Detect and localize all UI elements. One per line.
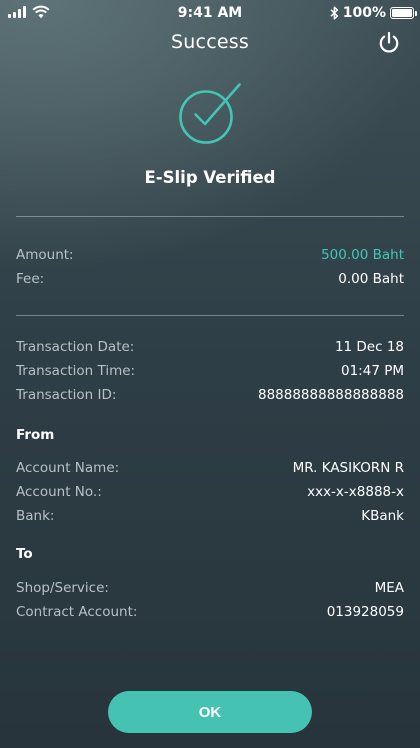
account-no-label: Account No.:: [16, 484, 102, 500]
shop-service-label: Shop/Service:: [16, 580, 109, 596]
status-right: 100%: [330, 5, 417, 21]
contract-account-label: Contract Account:: [16, 604, 138, 620]
from-heading: From: [16, 427, 55, 443]
amount-row: Amount: 500.00 Baht: [16, 246, 404, 264]
divider: [16, 315, 404, 316]
transaction-date-value: 11 Dec 18: [334, 339, 404, 355]
shop-service-value: MEA: [374, 580, 404, 596]
verified-title: E-Slip Verified: [144, 168, 276, 187]
transaction-time-value: 01:47 PM: [341, 363, 404, 379]
fee-label: Fee:: [16, 271, 45, 287]
page-title: Success: [171, 31, 249, 53]
divider: [16, 216, 404, 217]
transaction-time-row: Transaction Time: 01:47 PM: [16, 362, 404, 380]
success-screen: 9:41 AM 100% Success E-Slip Verified Amo…: [0, 0, 420, 748]
to-heading: To: [16, 546, 33, 562]
transaction-id-label: Transaction ID:: [16, 387, 117, 403]
account-no-value: xxx-x-x8888-x: [307, 484, 404, 500]
account-no-row: Account No.: xxx-x-x8888-x: [16, 483, 404, 501]
transaction-id-row: Transaction ID: 88888888888888888: [16, 386, 404, 404]
account-name-label: Account Name:: [16, 460, 120, 476]
contract-account-value: 013928059: [326, 604, 404, 620]
amount-label: Amount:: [16, 247, 74, 263]
bank-row: Bank: KBank: [16, 507, 404, 525]
transaction-time-label: Transaction Time:: [16, 363, 136, 379]
transaction-date-row: Transaction Date: 11 Dec 18: [16, 338, 404, 356]
power-icon[interactable]: [378, 31, 400, 55]
account-name-row: Account Name: MR. KASIKORN R: [16, 459, 404, 477]
account-name-value: MR. KASIKORN R: [292, 460, 404, 476]
bank-value: KBank: [361, 508, 404, 524]
bluetooth-icon: [330, 6, 338, 20]
fee-row: Fee: 0.00 Baht: [16, 270, 404, 288]
battery-icon: [390, 7, 417, 19]
check-circle-icon: [179, 83, 241, 144]
fee-value: 0.00 Baht: [338, 271, 404, 287]
bank-label: Bank:: [16, 508, 55, 524]
transaction-date-label: Transaction Date:: [16, 339, 135, 355]
ok-button[interactable]: OK: [108, 691, 312, 733]
battery-percent: 100%: [342, 5, 386, 21]
amount-value: 500.00 Baht: [321, 247, 404, 263]
shop-service-row: Shop/Service: MEA: [16, 579, 404, 597]
status-bar: 9:41 AM 100%: [0, 0, 420, 26]
transaction-id-value: 88888888888888888: [257, 387, 404, 403]
contract-account-row: Contract Account: 013928059: [16, 603, 404, 621]
